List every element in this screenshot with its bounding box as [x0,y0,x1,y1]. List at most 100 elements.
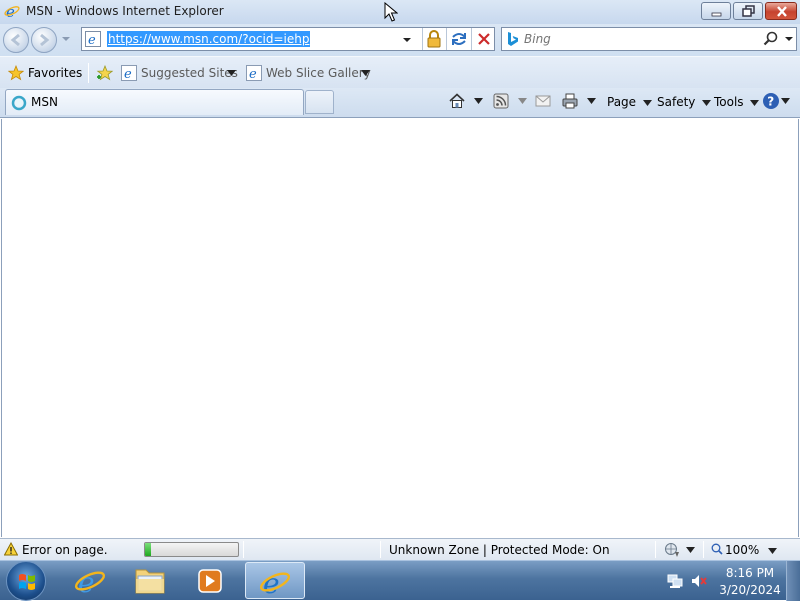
internet-explorer-icon: e [259,567,291,600]
home-icon[interactable] [448,92,466,110]
taskbar-windows-media-player[interactable] [181,562,239,599]
back-button[interactable] [3,27,29,53]
status-divider [243,541,244,558]
show-desktop-button[interactable] [786,561,800,601]
print-chevron-down-icon[interactable] [587,98,596,104]
safety-chevron-down-icon [702,99,712,106]
search-input[interactable] [524,30,754,48]
taskbar-internet-explorer-active[interactable]: e [245,562,305,600]
taskbar-windows-explorer[interactable] [121,562,179,599]
svg-text:?: ? [767,95,774,109]
web-slice-gallery-label: Web Slice Gallery [266,66,371,80]
lock-icon [427,30,441,48]
network-tray-icon[interactable] [667,573,683,589]
suggested-sites-label: Suggested Sites [141,66,238,80]
security-lock-button[interactable] [422,28,444,50]
taskbar-internet-explorer[interactable]: e [61,562,119,599]
mouse-cursor-icon [384,2,398,22]
page-menu-label: Page [607,95,637,109]
restore-icon [742,5,755,17]
clock-time[interactable]: 8:16 PM [712,566,788,580]
feeds-chevron-down-icon[interactable] [518,98,527,104]
search-chevron-down-icon[interactable] [784,34,794,44]
forward-arrow-icon [40,33,50,47]
help-chevron-down-icon[interactable] [781,98,790,104]
favorites-star-icon [8,65,24,81]
title-bar: e MSN - Windows Internet Explorer [0,0,800,24]
feeds-icon[interactable] [492,92,510,110]
suggested-sites-ie-icon: e [121,65,137,81]
web-slice-chevron-down-icon [361,70,370,76]
refresh-button[interactable] [446,28,470,50]
ie-logo-icon: e [4,3,20,19]
svg-text:e: e [249,67,257,81]
print-icon[interactable] [561,92,579,110]
address-bar[interactable]: e https://www.msn.com/?ocid=iehp [81,27,495,51]
minimize-icon [711,12,722,17]
minimize-button[interactable] [701,2,731,20]
restore-button[interactable] [733,2,763,20]
safety-menu-button[interactable]: Safety [657,92,712,112]
loading-spinner-icon [11,95,27,111]
tools-menu-label: Tools [714,95,744,109]
safety-menu-label: Safety [657,95,696,109]
tools-chevron-down-icon [750,99,760,106]
address-chevron-down-icon[interactable] [402,35,412,45]
search-box[interactable] [501,27,797,51]
status-divider [380,541,381,558]
page-content-area[interactable] [1,119,799,537]
zone-chevron-down-icon[interactable] [686,547,695,553]
security-zone-text[interactable]: Unknown Zone | Protected Mode: On [389,543,610,557]
home-chevron-down-icon[interactable] [474,98,483,104]
svg-text:e: e [124,67,132,81]
volume-muted-tray-icon[interactable] [691,573,707,589]
page-load-progress-bar [144,542,239,557]
forward-button[interactable] [31,27,57,53]
tab-msn[interactable]: MSN [5,89,304,115]
page-chevron-down-icon [642,99,652,106]
back-arrow-icon [10,33,20,47]
start-button[interactable] [6,561,46,601]
address-url-input[interactable]: https://www.msn.com/?ocid=iehp [107,31,311,47]
status-divider [655,541,656,558]
warning-icon[interactable] [4,542,18,556]
media-player-icon [198,569,222,593]
svg-text:e: e [88,33,96,47]
windows-logo-icon [19,574,35,590]
tab-row: MSN Page Safety Tools ? [0,88,800,118]
tools-menu-button[interactable]: Tools [714,92,760,112]
status-text[interactable]: Error on page. [22,543,108,557]
folder-icon [135,569,165,594]
favorites-bar: Favorites e Suggested Sites e Web Slice … [0,56,800,88]
help-icon[interactable]: ? [762,92,780,110]
svg-text:e: e [263,567,280,600]
clock-date[interactable]: 3/20/2024 [712,583,788,597]
svg-text:e: e [78,566,95,599]
new-tab-button[interactable] [305,90,334,114]
web-slice-ie-icon: e [246,65,262,81]
zoom-level[interactable]: 100% [725,543,759,557]
favorites-label: Favorites [28,66,83,80]
bing-logo-icon [508,32,518,46]
globe-protected-icon[interactable] [664,542,680,558]
status-bar: Error on page. Unknown Zone | Protected … [0,538,800,560]
taskbar: e e 8:16 PM 3/20/2024 [0,560,800,601]
close-icon [777,6,787,17]
favorites-divider [88,63,89,83]
page-menu-button[interactable]: Page [607,92,652,112]
add-favorite-star-icon [96,65,114,81]
navigation-bar: e https://www.msn.com/?ocid=iehp [0,24,800,56]
zoom-magnifier-icon[interactable] [711,543,723,555]
search-magnifier-icon[interactable] [762,30,780,48]
status-divider [703,541,704,558]
recent-pages-chevron-down-icon[interactable] [61,34,71,44]
add-to-favorites-bar-button[interactable] [95,63,115,83]
close-button[interactable] [765,2,797,20]
read-mail-icon[interactable] [534,92,552,110]
refresh-icon [452,33,466,45]
zoom-chevron-down-icon[interactable] [768,548,777,554]
stop-button[interactable] [471,28,495,50]
progress-fill [145,543,151,556]
tab-label: MSN [31,95,58,109]
page-ie-icon: e [85,31,101,47]
